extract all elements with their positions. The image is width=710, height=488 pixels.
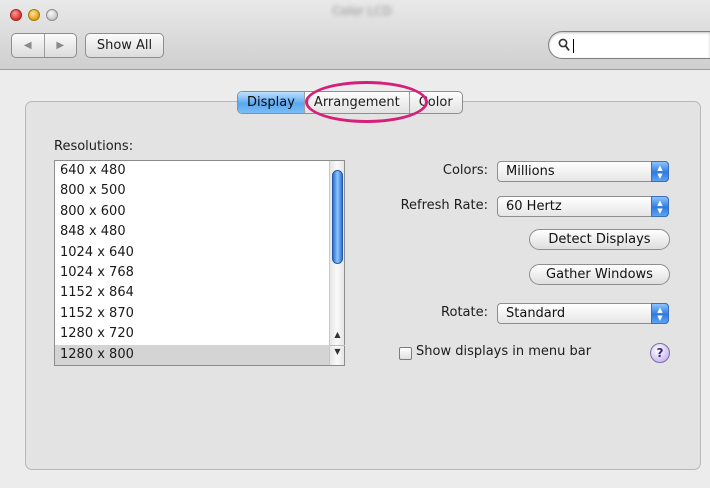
resolution-item[interactable]: 1152 x 870	[55, 304, 329, 324]
resolution-item[interactable]: 1152 x 864	[55, 283, 329, 303]
forward-arrow-icon: ▶	[56, 40, 65, 51]
popup-arrows-icon: ▲ ▼	[651, 161, 669, 182]
show-displays-menu-bar-checkbox[interactable]	[399, 347, 412, 360]
rotate-popup[interactable]: Standard ▲ ▼	[497, 303, 669, 324]
scroll-up-arrow-icon[interactable]: ▲	[330, 329, 345, 341]
close-window-button[interactable]	[10, 9, 22, 21]
resolutions-list[interactable]: 640 x 480 800 x 500 800 x 600 848 x 480 …	[54, 160, 345, 366]
resolution-item[interactable]: 1024 x 768	[55, 263, 329, 283]
window-title: Color LCD	[332, 4, 392, 18]
resolutions-items: 640 x 480 800 x 500 800 x 600 848 x 480 …	[55, 161, 329, 365]
detect-displays-button[interactable]: Detect Displays	[529, 229, 670, 250]
resolutions-label: Resolutions:	[54, 139, 134, 154]
rotate-popup-value: Standard	[506, 306, 566, 321]
colors-popup[interactable]: Millions ▲ ▼	[497, 161, 669, 182]
resolution-item[interactable]: 640 x 480	[55, 161, 329, 181]
search-icon	[558, 38, 570, 52]
zoom-window-button[interactable]	[46, 9, 58, 21]
search-field[interactable]	[548, 31, 710, 59]
resolution-item[interactable]: 1280 x 720	[55, 324, 329, 344]
tab-bar: Display Arrangement Color	[237, 91, 463, 114]
back-forward-control: ◀ ▶	[11, 33, 77, 58]
back-arrow-icon: ◀	[23, 40, 32, 51]
colors-label: Colors:	[442, 163, 488, 178]
resolution-item[interactable]: 800 x 600	[55, 202, 329, 222]
show-displays-menu-bar-label[interactable]: Show displays in menu bar	[416, 344, 591, 359]
preferences-window: Color LCD ◀ ▶ Show All Display Arrangeme…	[0, 0, 710, 488]
resolution-item[interactable]: 1024 x 640	[55, 243, 329, 263]
rotate-label: Rotate:	[441, 305, 488, 320]
scroll-down-arrow-icon[interactable]: ▼	[330, 345, 345, 357]
back-button[interactable]: ◀	[12, 34, 44, 57]
scrollbar-thumb[interactable]	[332, 170, 343, 264]
refresh-rate-label: Refresh Rate:	[400, 198, 488, 213]
popup-arrows-icon: ▲ ▼	[651, 303, 669, 324]
text-caret	[573, 39, 574, 53]
resolutions-scrollbar[interactable]: ▲ ▼	[329, 161, 345, 365]
resolution-item-selected[interactable]: 1280 x 800	[55, 344, 329, 365]
refresh-rate-popup[interactable]: 60 Hertz ▲ ▼	[497, 196, 669, 217]
refresh-rate-popup-value: 60 Hertz	[506, 199, 562, 214]
show-all-button[interactable]: Show All	[85, 33, 164, 58]
forward-button[interactable]: ▶	[43, 34, 77, 57]
tab-arrangement[interactable]: Arrangement	[303, 92, 409, 113]
gather-windows-button[interactable]: Gather Windows	[529, 264, 670, 285]
resolution-item[interactable]: 800 x 500	[55, 181, 329, 201]
tab-display[interactable]: Display	[238, 92, 304, 113]
resolution-item[interactable]: 848 x 480	[55, 222, 329, 242]
help-button[interactable]: ?	[650, 343, 670, 363]
minimize-window-button[interactable]	[28, 9, 40, 21]
popup-arrows-icon: ▲ ▼	[651, 196, 669, 217]
title-toolbar: Color LCD ◀ ▶ Show All	[0, 0, 710, 70]
colors-popup-value: Millions	[506, 164, 555, 179]
tab-color[interactable]: Color	[408, 92, 462, 113]
